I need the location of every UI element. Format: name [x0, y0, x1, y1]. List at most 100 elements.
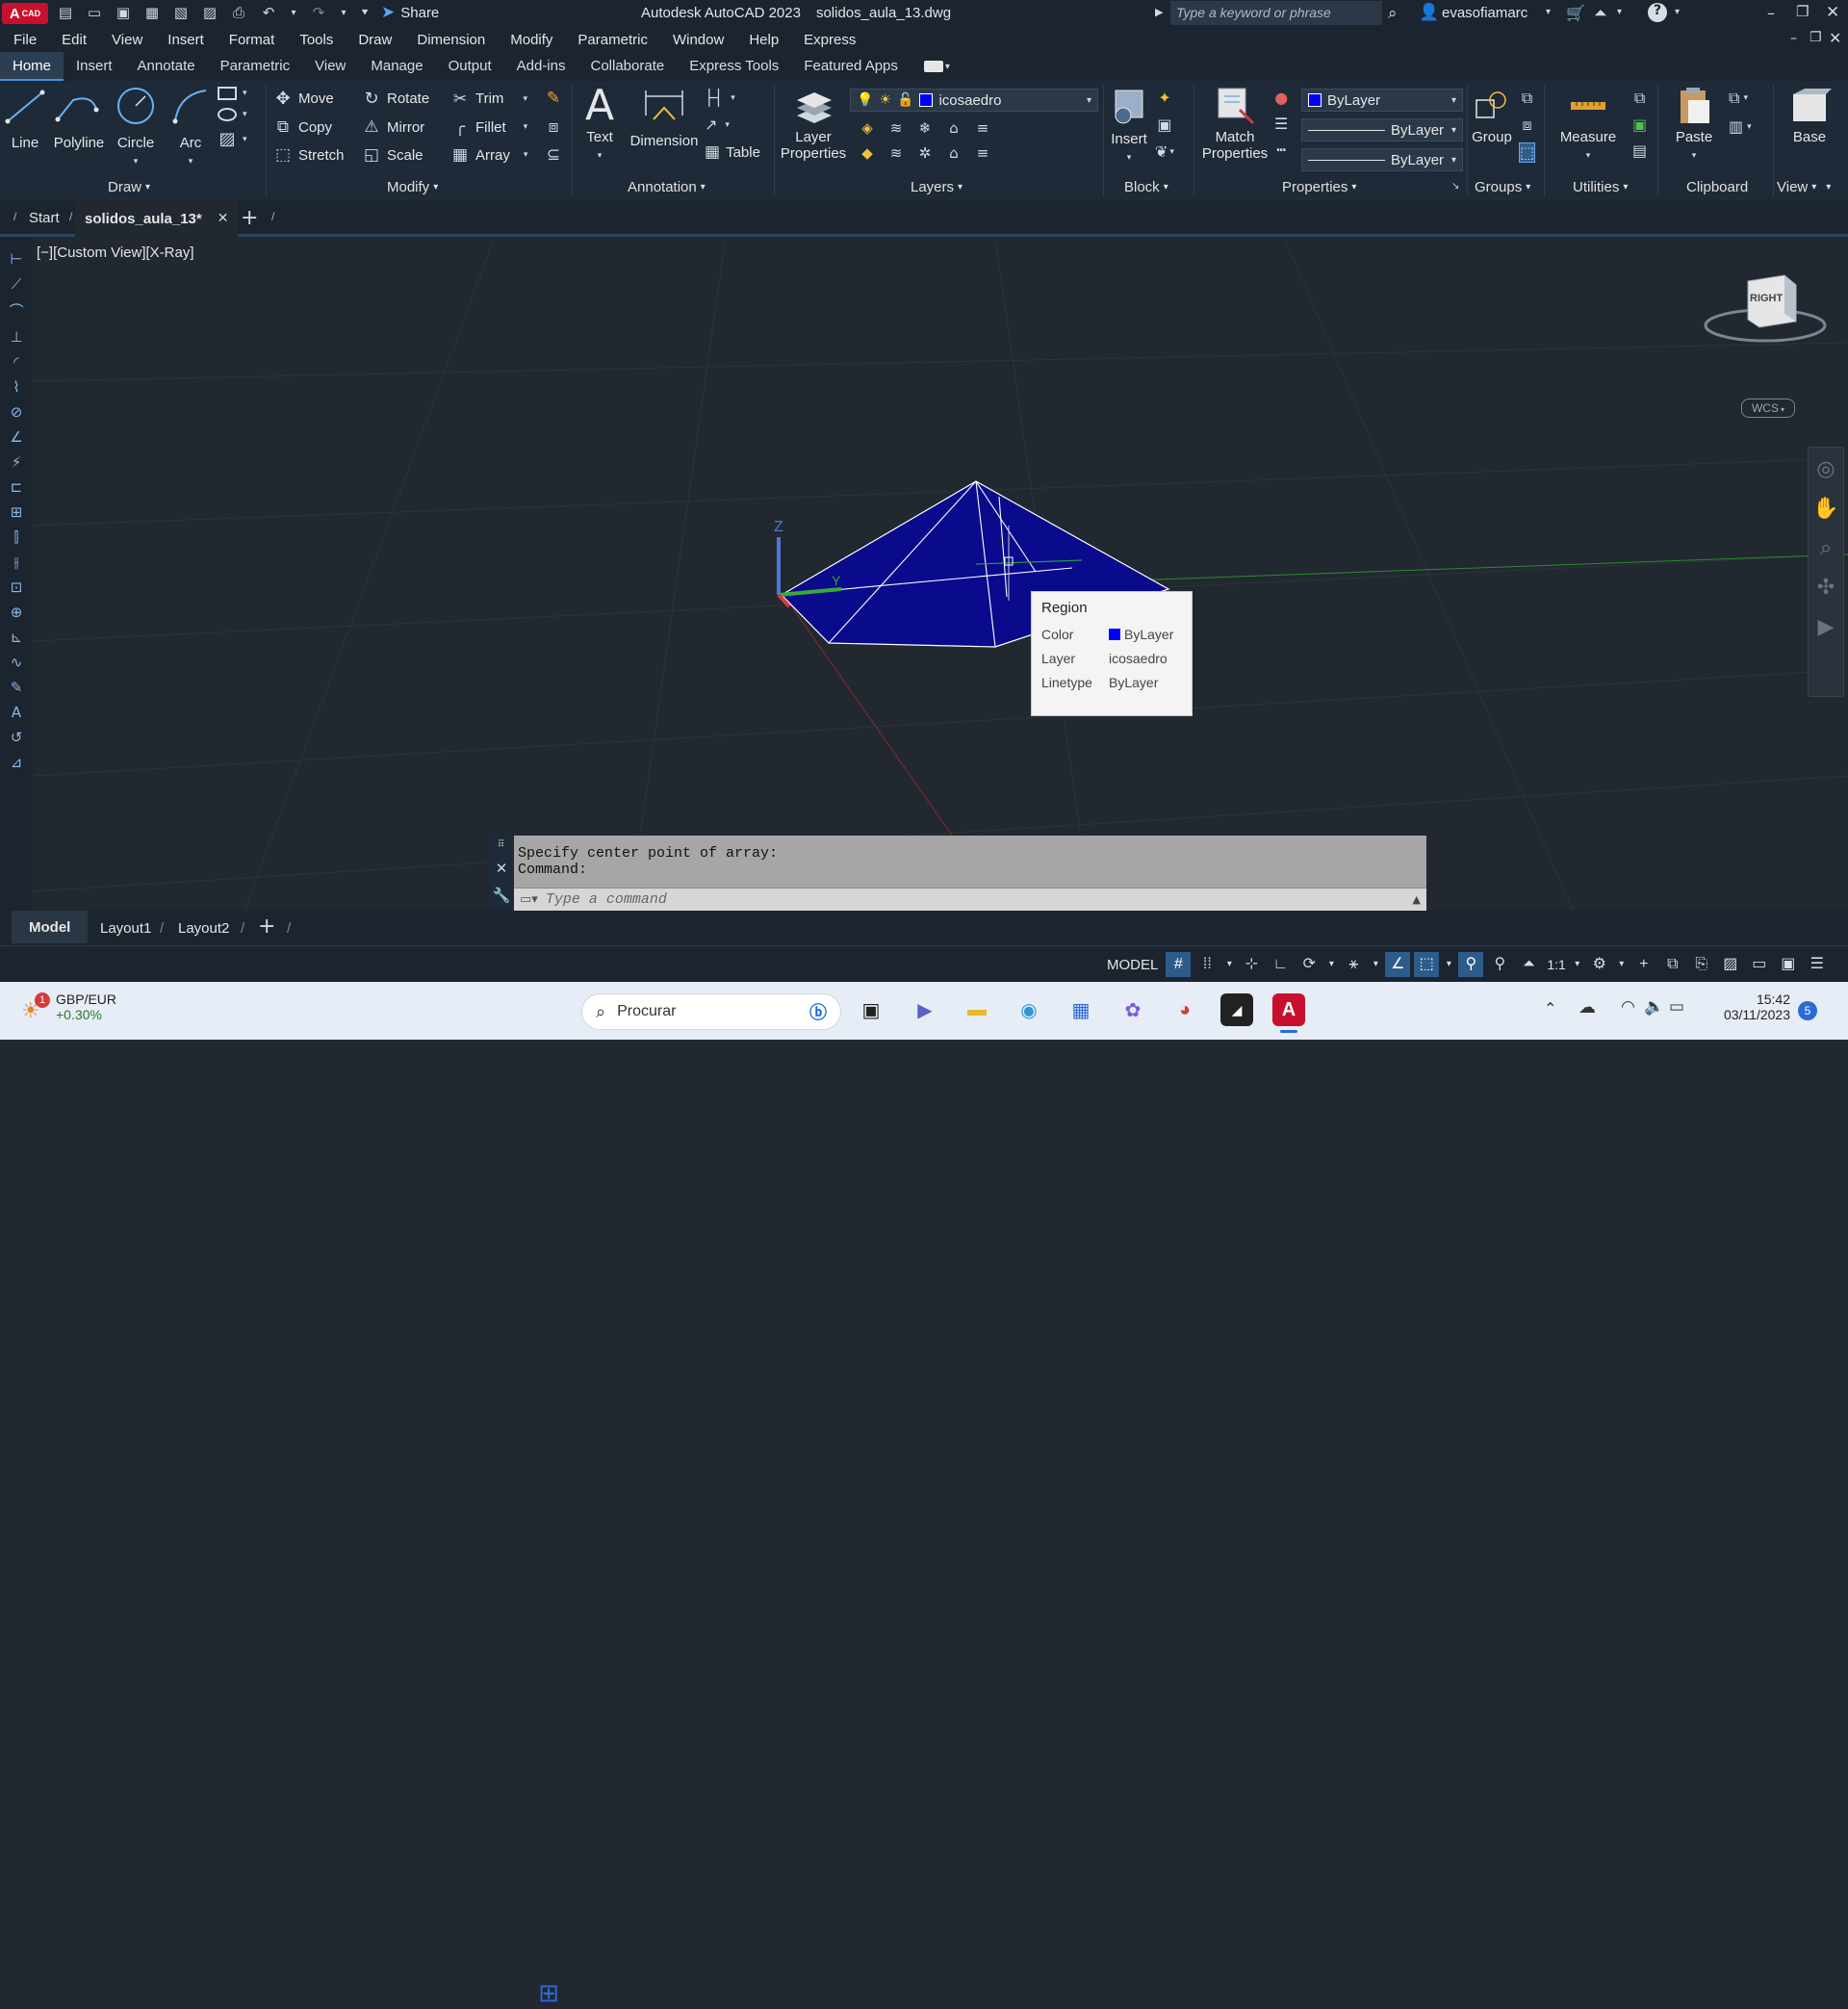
copy-clip-dropdown-icon[interactable]: ▾: [1743, 93, 1748, 103]
tab-manage[interactable]: Manage: [358, 52, 435, 81]
clipboard-panel-title[interactable]: Clipboard: [1686, 179, 1748, 195]
edit-block-icon[interactable]: ▣: [1155, 116, 1174, 134]
layer-thaw-all-icon[interactable]: ✲: [911, 144, 939, 162]
paste-dropdown-icon[interactable]: ▾: [1692, 151, 1697, 161]
arc-length-icon[interactable]: ⌒: [9, 300, 23, 321]
layer-dropdown[interactable]: 💡 ☀ 🔓 icosaedro ▾: [850, 89, 1098, 112]
wcs-menu[interactable]: WCS ▾: [1741, 399, 1795, 418]
menu-draw[interactable]: Draw: [346, 32, 404, 48]
hatch-icon[interactable]: ▨: [218, 129, 237, 149]
leader-icon[interactable]: ↗: [705, 116, 717, 134]
offset-icon[interactable]: ⊆: [539, 145, 568, 165]
block-attributes-icon[interactable]: ❦: [1155, 142, 1168, 161]
help-icon[interactable]: ?: [1648, 3, 1667, 22]
viewport-controls-label[interactable]: [−][Custom View][X-Ray]: [37, 245, 194, 261]
showmotion-icon[interactable]: ▶: [1818, 615, 1835, 639]
hatch-dropdown-icon[interactable]: ▾: [243, 135, 247, 144]
copy-clip-icon[interactable]: ⧉: [1729, 89, 1739, 108]
baseline-icon[interactable]: ⊏: [11, 478, 23, 496]
dimension-edit-icon[interactable]: ✎: [11, 679, 23, 696]
annotation-visibility-icon[interactable]: ⚲: [1458, 952, 1484, 977]
tab-view[interactable]: View: [302, 52, 358, 81]
isolate-objects-icon[interactable]: ▭: [1747, 952, 1772, 977]
layer-copy-icon[interactable]: ≋: [882, 144, 911, 162]
stretch-button[interactable]: ⬚ Stretch: [273, 145, 362, 165]
annotation-monitor-icon[interactable]: +: [1631, 952, 1656, 977]
match-properties-button[interactable]: Match Properties: [1199, 87, 1270, 162]
menu-dimension[interactable]: Dimension: [404, 32, 498, 48]
battery-icon[interactable]: ▭: [1669, 997, 1684, 1017]
ribbon-toggle-icon[interactable]: [923, 61, 943, 72]
ortho-icon[interactable]: ∟: [1268, 952, 1293, 977]
quick-dimension-icon[interactable]: ⚡: [12, 453, 22, 471]
block-attr-dropdown-icon[interactable]: ▾: [1169, 147, 1174, 157]
minimize-icon[interactable]: –: [1767, 4, 1775, 22]
tab-output[interactable]: Output: [436, 52, 504, 81]
scale-dropdown-icon[interactable]: ▾: [1572, 952, 1583, 977]
linetype-dropdown[interactable]: ByLayer ▾: [1301, 148, 1463, 171]
layer-lock-icon[interactable]: ⌂: [939, 119, 968, 137]
isodraft-icon[interactable]: ⚹: [1341, 952, 1366, 977]
close-tab-icon[interactable]: ✕: [218, 211, 229, 226]
command-close-icon[interactable]: ✕: [496, 860, 508, 877]
system-clock[interactable]: 15:42 03/11/2023: [1709, 992, 1790, 1022]
snap-icon[interactable]: ⁞⁞: [1194, 952, 1219, 977]
search-icon[interactable]: ⌕: [1388, 4, 1398, 23]
leader-dropdown-icon[interactable]: ▾: [725, 120, 730, 130]
copy-button[interactable]: ⧉ Copy: [273, 117, 362, 137]
aligned-dimension-icon[interactable]: ⟋: [12, 275, 22, 293]
continue-icon[interactable]: ⊞: [11, 503, 23, 521]
tolerance-icon[interactable]: ⊡: [11, 579, 23, 596]
tab-express-tools[interactable]: Express Tools: [677, 52, 791, 81]
tab-collaborate[interactable]: Collaborate: [578, 52, 677, 81]
layer-match-icon[interactable]: ≡: [968, 119, 997, 137]
color-dropdown[interactable]: ByLayer ▾: [1301, 89, 1463, 112]
menu-tools[interactable]: Tools: [287, 32, 346, 48]
calculator-icon[interactable]: ▤: [1632, 142, 1647, 160]
tray-overflow-icon[interactable]: ⌃: [1544, 999, 1556, 1018]
chrome-icon[interactable]: ◕: [1168, 993, 1201, 1026]
array-dropdown-icon[interactable]: ▾: [524, 150, 528, 160]
model-space-toggle[interactable]: MODEL: [1101, 957, 1164, 973]
lineweight-dropdown[interactable]: ByLayer ▾: [1301, 118, 1463, 142]
layer-off-icon[interactable]: ◈: [853, 119, 882, 137]
rectangle-icon[interactable]: [218, 87, 237, 100]
quick-properties-icon[interactable]: ⎘: [1689, 952, 1714, 977]
taskbar-search[interactable]: ⌕ Procurar ⓑ: [581, 993, 841, 1030]
autocad-active-icon[interactable]: A: [1272, 993, 1305, 1026]
dimension-button[interactable]: Dimension: [628, 87, 701, 149]
insert-block-button[interactable]: Insert ▾: [1107, 87, 1151, 164]
fillet-button[interactable]: ╭ Fillet ▾: [450, 117, 539, 137]
auto-scale-icon[interactable]: ⚲: [1487, 952, 1512, 977]
pan-icon[interactable]: ✋: [1812, 497, 1838, 521]
mirror-button[interactable]: ⚠ Mirror: [362, 117, 450, 137]
store-icon[interactable]: ▦: [1065, 993, 1097, 1026]
account-dropdown-icon[interactable]: ▾: [1617, 7, 1622, 17]
menu-modify[interactable]: Modify: [498, 32, 565, 48]
ellipse-icon[interactable]: [218, 108, 237, 121]
radius-icon[interactable]: ◜: [13, 353, 19, 371]
lock-ui-icon[interactable]: ▨: [1718, 952, 1743, 977]
trim-dropdown-icon[interactable]: ▾: [523, 94, 527, 104]
tab-insert[interactable]: Insert: [64, 52, 125, 81]
quick-select-icon[interactable]: ⧉: [1632, 89, 1647, 108]
menu-express[interactable]: Express: [791, 32, 868, 48]
dimension-space-icon[interactable]: ⫿: [14, 528, 19, 546]
windows-start-icon[interactable]: ⊞: [532, 1976, 565, 2009]
move-button[interactable]: ✥ Move: [273, 89, 362, 109]
workspace-icon[interactable]: ⚙: [1587, 952, 1612, 977]
groups-panel-title[interactable]: Groups ▾: [1475, 179, 1530, 195]
center-mark-icon[interactable]: ⊕: [11, 604, 23, 621]
doc-restore-icon[interactable]: ❐: [1810, 30, 1822, 45]
group-edit-icon[interactable]: ⧈: [1519, 116, 1535, 135]
clean-screen-icon[interactable]: ▣: [1776, 952, 1801, 977]
layer-isolate-icon[interactable]: ≋: [882, 119, 911, 137]
select-all-icon[interactable]: ▣: [1632, 116, 1647, 134]
ellipse-dropdown-icon[interactable]: ▾: [243, 110, 247, 119]
arc-dropdown-icon[interactable]: ▾: [167, 157, 214, 167]
ribbon-toggle-dropdown-icon[interactable]: ▾: [945, 62, 950, 72]
ungroup-icon[interactable]: ⧉: [1519, 89, 1535, 108]
arc-button[interactable]: Arc ▾: [167, 87, 214, 167]
layer-walk-icon[interactable]: ≡: [968, 144, 997, 162]
dimension-update-icon[interactable]: ↺: [11, 729, 23, 746]
